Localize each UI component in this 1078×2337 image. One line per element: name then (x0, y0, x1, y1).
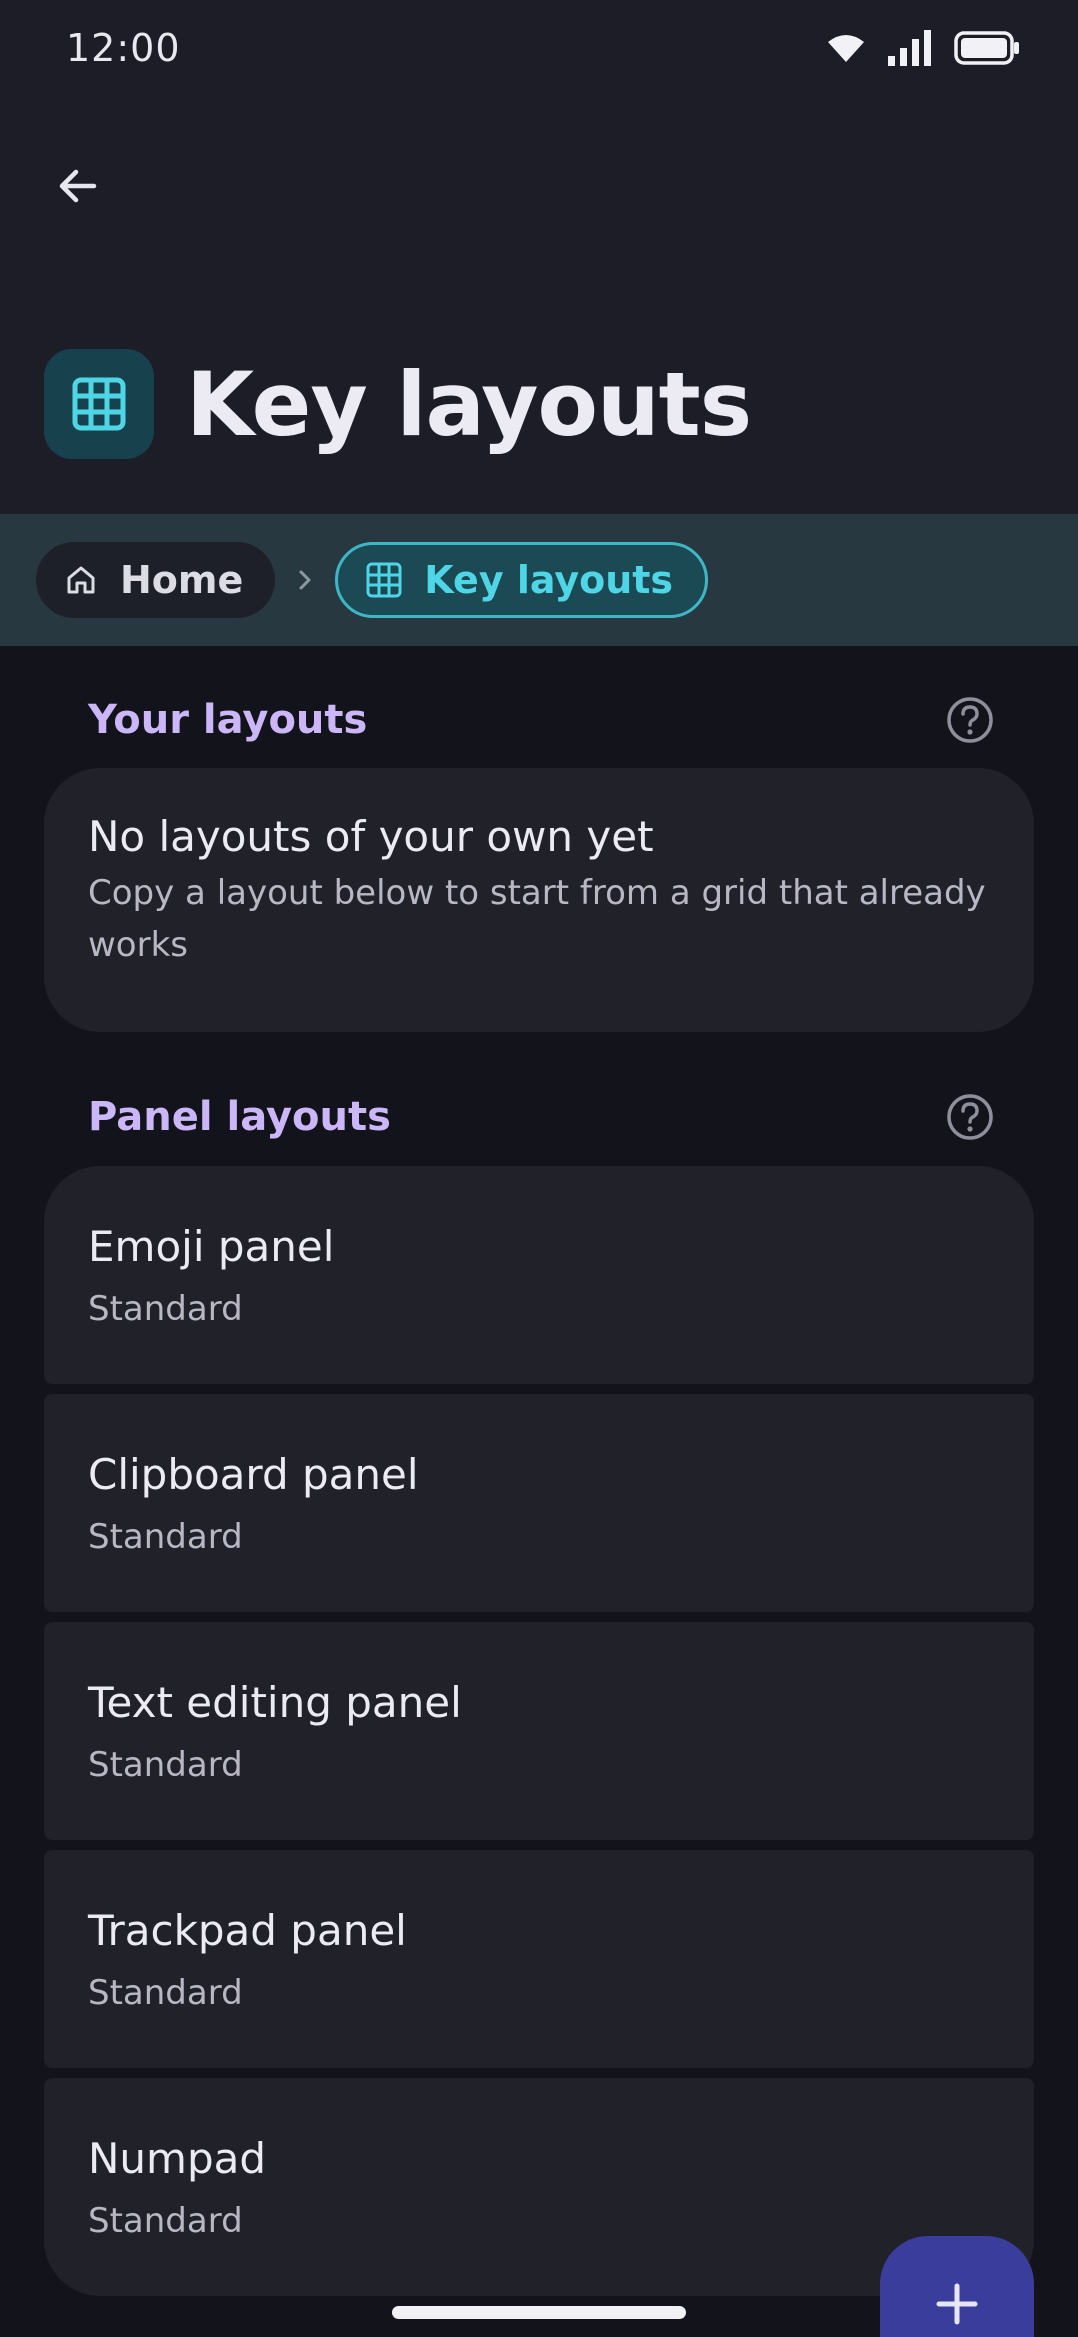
status-icons (826, 28, 1020, 68)
list-item-emoji-panel[interactable]: Emoji panel Standard (44, 1166, 1034, 1384)
add-layout-button[interactable] (880, 2236, 1034, 2337)
chevron-right-icon (299, 570, 311, 590)
title-icon-badge (44, 349, 154, 459)
list-item-subtitle: Standard (88, 2201, 243, 2241)
section-header-panel-layouts: Panel layouts (0, 1077, 1078, 1157)
list-item-subtitle: Standard (88, 1745, 243, 1785)
list-item-trackpad-panel[interactable]: Trackpad panel Standard (44, 1850, 1034, 2068)
breadcrumb-home-label: Home (120, 558, 244, 602)
home-icon (67, 566, 95, 594)
signal-icon (888, 30, 931, 66)
empty-state-message: Copy a layout below to start from a grid… (88, 873, 986, 965)
list-item-title: Trackpad panel (88, 1906, 407, 1955)
section-title: Your layouts (88, 697, 368, 743)
list-item-subtitle: Standard (88, 1289, 243, 1329)
list-item-subtitle: Standard (88, 1973, 243, 2013)
breadcrumb-separator (295, 566, 315, 594)
top-app-bar: 12:00 Key layouts (0, 0, 1078, 514)
grid-icon (366, 562, 402, 598)
grid-icon (72, 377, 126, 431)
home-indicator[interactable] (392, 2306, 686, 2319)
help-button[interactable] (946, 696, 994, 744)
title-row: Key layouts (44, 348, 752, 460)
section-header-your-layouts: Your layouts (0, 680, 1078, 760)
list-item-title: Emoji panel (88, 1222, 335, 1271)
help-circle-icon (947, 697, 993, 743)
empty-state-card: No layouts of your own yet Copy a layout… (44, 768, 1034, 1032)
list-item-title: Text editing panel (88, 1678, 462, 1727)
arrow-left-icon (59, 169, 97, 203)
breadcrumb-current-label: Key layouts (424, 558, 674, 602)
wifi-icon (828, 35, 864, 62)
list-item-title: Numpad (88, 2134, 267, 2183)
breadcrumb: Home Key layouts (0, 514, 1078, 646)
breadcrumb-current[interactable]: Key layouts (335, 542, 709, 618)
page-title: Key layouts (186, 352, 752, 456)
back-button[interactable] (40, 148, 116, 224)
help-circle-icon (947, 1094, 993, 1140)
battery-icon (954, 31, 1019, 65)
status-bar: 12:00 (0, 0, 1078, 96)
help-button[interactable] (946, 1093, 994, 1141)
empty-state-title: No layouts of your own yet (88, 812, 654, 861)
plus-icon (936, 2283, 978, 2325)
status-time: 12:00 (66, 26, 181, 70)
list-item-clipboard-panel[interactable]: Clipboard panel Standard (44, 1394, 1034, 1612)
list-item-subtitle: Standard (88, 1517, 243, 1557)
breadcrumb-home[interactable]: Home (36, 542, 276, 618)
list-item-text-editing-panel[interactable]: Text editing panel Standard (44, 1622, 1034, 1840)
list-item-title: Clipboard panel (88, 1450, 419, 1499)
section-title: Panel layouts (88, 1094, 391, 1140)
